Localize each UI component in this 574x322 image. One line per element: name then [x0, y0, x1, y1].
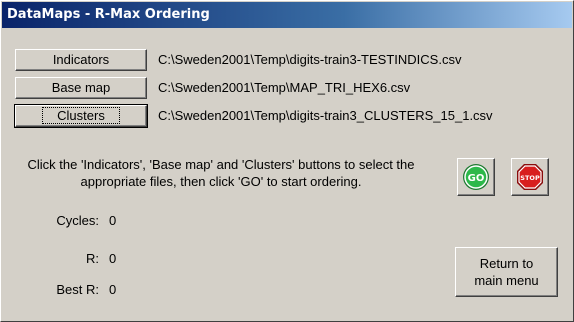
- r-value: 0: [109, 251, 117, 266]
- indicators-file-path: C:\Sweden2001\Temp\digits-train3-TESTIND…: [158, 52, 462, 67]
- clusters-file-path: C:\Sweden2001\Temp\digits-train3_CLUSTER…: [158, 108, 493, 123]
- stop-label: STOP: [520, 174, 540, 182]
- indicators-button[interactable]: Indicators: [15, 49, 147, 71]
- cycles-value: 0: [109, 213, 117, 228]
- base-map-button[interactable]: Base map: [15, 77, 147, 99]
- clusters-button-label: Clusters: [42, 107, 120, 124]
- instructions-text: Click the 'Indicators', 'Base map' and '…: [27, 157, 415, 189]
- best-r-value: 0: [109, 282, 117, 297]
- return-to-main-menu-button[interactable]: Return to main menu: [455, 247, 558, 297]
- rmax-ordering-window: DataMaps - R-Max Ordering Indicators C:\…: [0, 0, 574, 322]
- indicators-button-label: Indicators: [52, 52, 110, 67]
- clusters-button[interactable]: Clusters: [14, 104, 148, 128]
- return-button-label: Return to main menu: [474, 256, 539, 288]
- base-map-button-label: Base map: [51, 80, 111, 95]
- stop-button[interactable]: STOP: [511, 158, 549, 196]
- r-label: R:: [86, 251, 99, 266]
- stop-icon: STOP: [517, 164, 543, 190]
- go-icon: GO: [463, 164, 489, 190]
- cycles-label: Cycles:: [56, 213, 99, 228]
- go-button[interactable]: GO: [457, 158, 495, 196]
- base-map-file-path: C:\Sweden2001\Temp\MAP_TRI_HEX6.csv: [158, 80, 411, 95]
- best-r-label: Best R:: [56, 282, 99, 297]
- go-label: GO: [468, 173, 485, 184]
- window-title: DataMaps - R-Max Ordering: [2, 2, 572, 28]
